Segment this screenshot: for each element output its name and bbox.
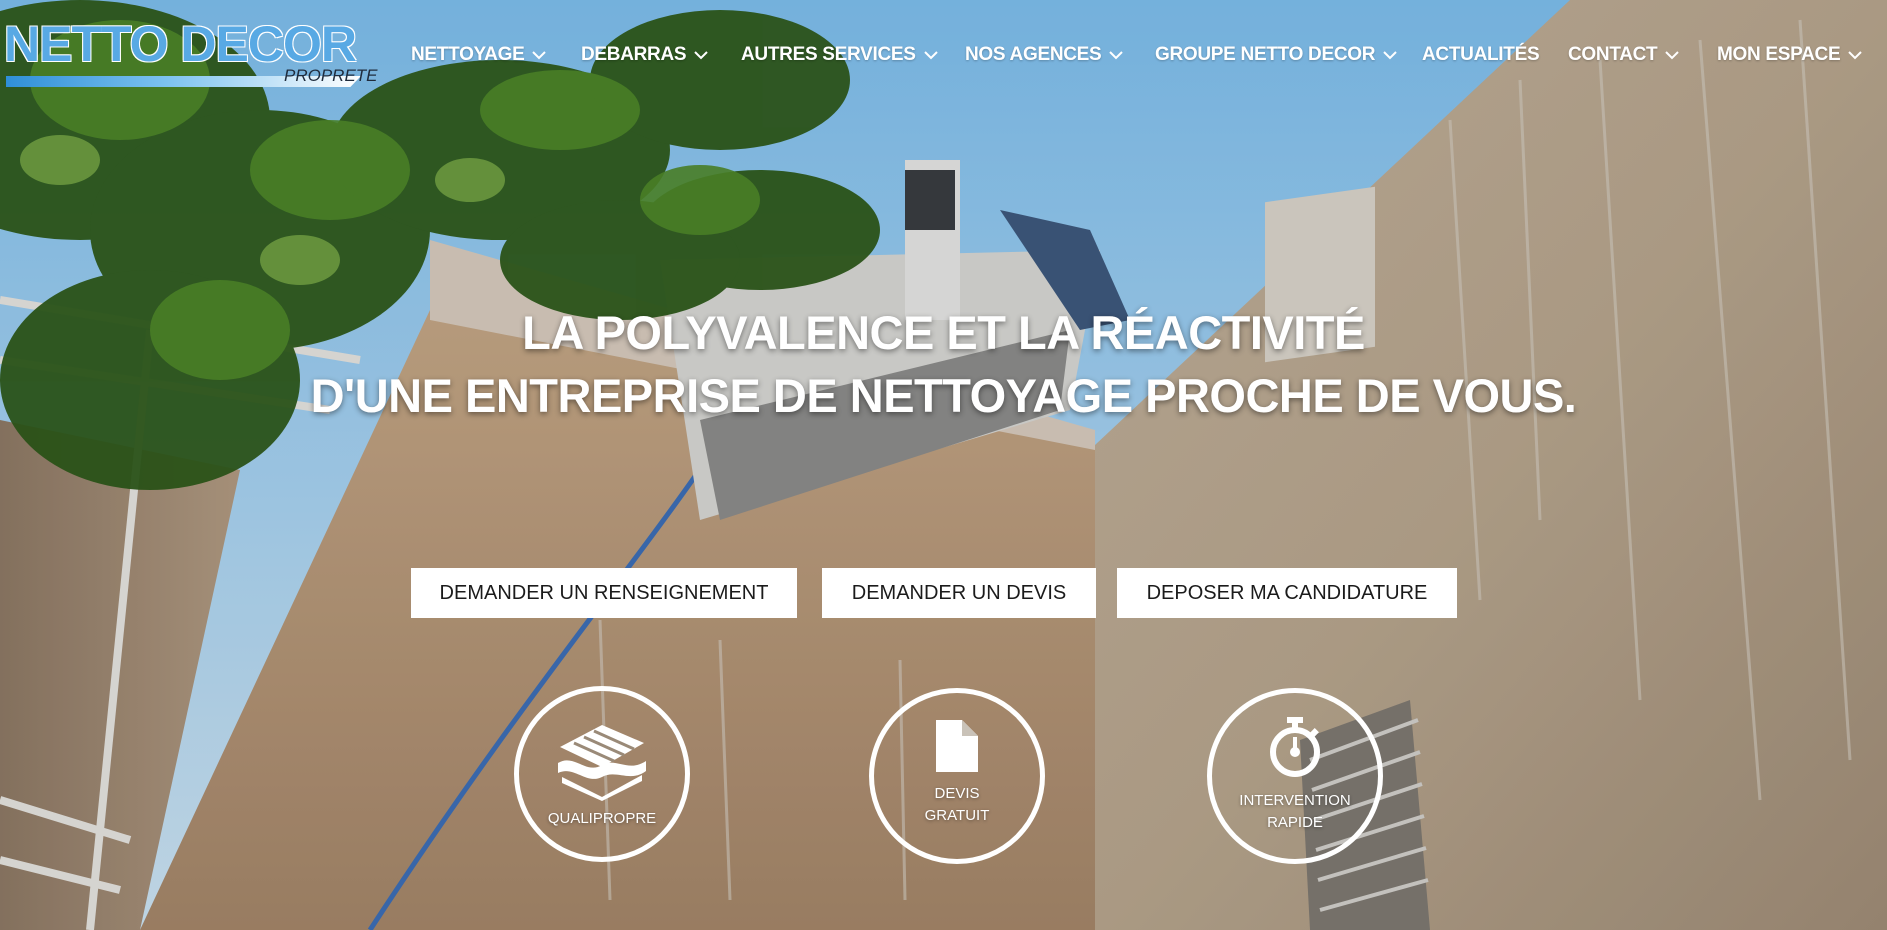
qualipropre-logo-icon xyxy=(519,719,685,801)
feature-label-line-1: INTERVENTION xyxy=(1239,792,1351,809)
request-info-button[interactable]: DEMANDER UN RENSEIGNEMENT xyxy=(411,568,797,618)
chevron-down-icon xyxy=(1665,50,1680,60)
nav-item-nettoyage[interactable]: NETTOYAGE xyxy=(411,38,547,72)
nav-item-label: GROUPE NETTO DECOR xyxy=(1155,44,1376,65)
nav-item-mon-espace[interactable]: MON ESPACE xyxy=(1717,38,1863,72)
nav-item-actualites[interactable]: ACTUALITÉS xyxy=(1422,38,1540,72)
hero-title-line-2: D'UNE ENTREPRISE DE NETTOYAGE PROCHE DE … xyxy=(310,369,1577,422)
nav-item-label: DEBARRAS xyxy=(581,44,687,65)
hero-title-line-1: LA POLYVALENCE ET LA RÉACTIVITÉ xyxy=(522,306,1365,359)
nav-item-label: NOS AGENCES xyxy=(965,44,1102,65)
nav-item-label: AUTRES SERVICES xyxy=(741,44,916,65)
feature-devis-gratuit[interactable]: DEVIS GRATUIT xyxy=(869,688,1045,864)
chevron-down-icon xyxy=(694,50,708,60)
feature-label-line-1: DEVIS xyxy=(934,785,980,802)
chevron-down-icon xyxy=(532,50,547,60)
feature-label-line-2: RAPIDE xyxy=(1267,814,1323,831)
main-navigation: NETTOYAGE DEBARRAS AUTRES SERVICES NOS A… xyxy=(0,38,1887,72)
nav-item-label: ACTUALITÉS xyxy=(1422,44,1540,65)
nav-item-label: CONTACT xyxy=(1568,44,1658,65)
submit-application-button[interactable]: DEPOSER MA CANDIDATURE xyxy=(1117,568,1457,618)
nav-item-groupe-netto-decor[interactable]: GROUPE NETTO DECOR xyxy=(1155,38,1397,72)
nav-item-contact[interactable]: CONTACT xyxy=(1568,38,1680,72)
chevron-down-icon xyxy=(923,50,938,60)
document-icon xyxy=(874,720,1040,772)
chevron-down-icon xyxy=(1848,50,1863,60)
nav-item-label: NETTOYAGE xyxy=(411,44,525,65)
feature-intervention-rapide[interactable]: INTERVENTION RAPIDE xyxy=(1207,688,1383,864)
nav-item-autres-services[interactable]: AUTRES SERVICES xyxy=(741,38,938,72)
nav-item-label: MON ESPACE xyxy=(1717,44,1841,65)
chevron-down-icon xyxy=(1383,50,1397,60)
feature-label: QUALIPROPRE xyxy=(547,810,657,827)
nav-item-nos-agences[interactable]: NOS AGENCES xyxy=(965,38,1124,72)
request-quote-button[interactable]: DEMANDER UN DEVIS xyxy=(822,568,1096,618)
feature-label-line-2: GRATUIT xyxy=(924,807,990,824)
stopwatch-icon xyxy=(1212,717,1378,777)
nav-item-debarras[interactable]: DEBARRAS xyxy=(581,38,708,72)
chevron-down-icon xyxy=(1109,50,1124,60)
feature-qualipropre[interactable]: QUALIPROPRE xyxy=(514,686,690,862)
